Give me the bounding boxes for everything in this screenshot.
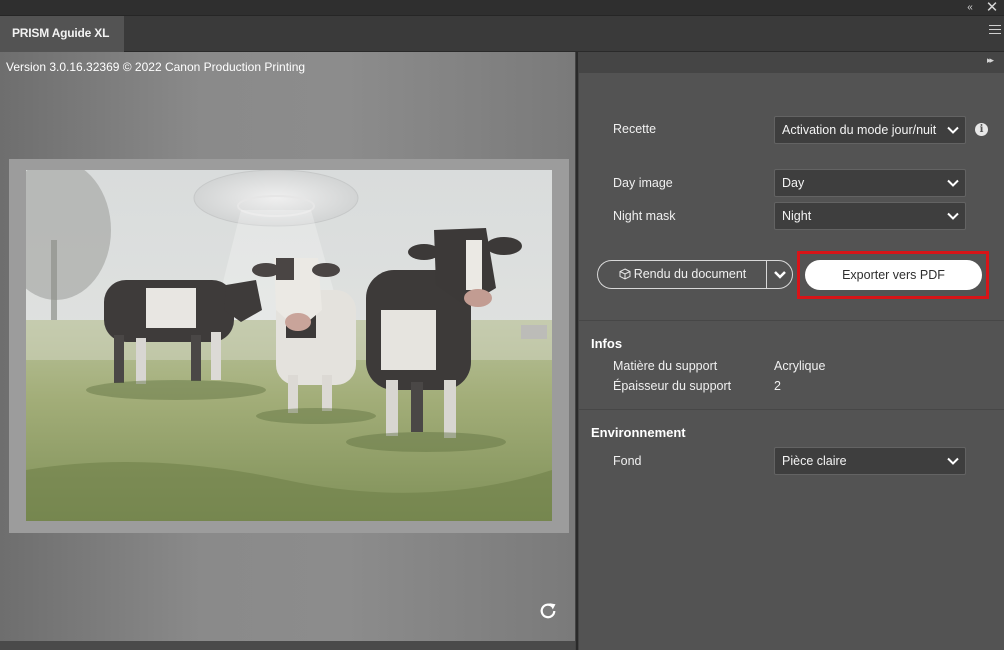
thickness-value: 2	[774, 379, 781, 393]
recette-label: Recette	[613, 122, 657, 136]
night-mask-value: Night	[782, 209, 812, 223]
close-icon[interactable]: ✕	[984, 0, 1000, 16]
infos-heading: Infos	[591, 336, 623, 351]
render-document-button[interactable]: Rendu du document	[597, 260, 767, 289]
recette-dropdown[interactable]: Activation du mode jour/nuit	[774, 116, 966, 144]
preview-frame	[9, 159, 569, 533]
environment-heading: Environnement	[591, 425, 686, 440]
settings-panel: ▸▸ Recette Activation du mode jour/nuit …	[579, 52, 1004, 650]
version-text: Version 3.0.16.32369 © 2022 Canon Produc…	[6, 60, 306, 74]
chevron-down-icon	[947, 212, 959, 220]
material-label: Matière du support	[613, 359, 718, 373]
tab-prism-aguide-xl[interactable]: PRISM Aguide XL	[0, 16, 124, 52]
background-label: Fond	[613, 454, 642, 468]
night-mask-label: Night mask	[613, 209, 676, 223]
day-image-label: Day image	[613, 176, 673, 190]
section-divider	[579, 409, 1004, 410]
day-image-dropdown[interactable]: Day	[774, 169, 966, 197]
expand-panel-icon[interactable]: ▸▸	[987, 55, 994, 66]
chevron-down-icon	[947, 179, 959, 187]
info-icon[interactable]: i	[975, 123, 988, 136]
render-document-label: Rendu du document	[633, 267, 747, 281]
rotate-icon[interactable]	[537, 600, 559, 622]
panel-menu-icon[interactable]	[989, 25, 1001, 39]
background-value: Pièce claire	[782, 454, 847, 468]
collapse-panel-icon[interactable]: «	[963, 0, 977, 16]
recette-value: Activation du mode jour/nuit	[782, 123, 937, 137]
tab-bar: PRISM Aguide XL	[0, 16, 1004, 52]
day-image-value: Day	[782, 176, 805, 190]
material-value: Acrylique	[774, 359, 826, 373]
preview-footer	[0, 641, 575, 650]
chevron-down-icon	[947, 457, 959, 465]
panel-header: ▸▸	[579, 52, 1004, 73]
chevron-down-icon	[774, 271, 786, 279]
render-options-button[interactable]	[766, 260, 793, 289]
window-titlebar: « ✕	[0, 0, 1004, 16]
thickness-label: Épaisseur du support	[613, 379, 732, 393]
background-dropdown[interactable]: Pièce claire	[774, 447, 966, 475]
preview-image	[26, 170, 552, 521]
chevron-down-icon	[947, 126, 959, 134]
cube-icon	[619, 268, 631, 280]
preview-pane: Version 3.0.16.32369 © 2022 Canon Produc…	[0, 52, 575, 641]
export-pdf-button[interactable]: Exporter vers PDF	[805, 260, 982, 290]
night-mask-dropdown[interactable]: Night	[774, 202, 966, 230]
section-divider	[579, 320, 1004, 321]
